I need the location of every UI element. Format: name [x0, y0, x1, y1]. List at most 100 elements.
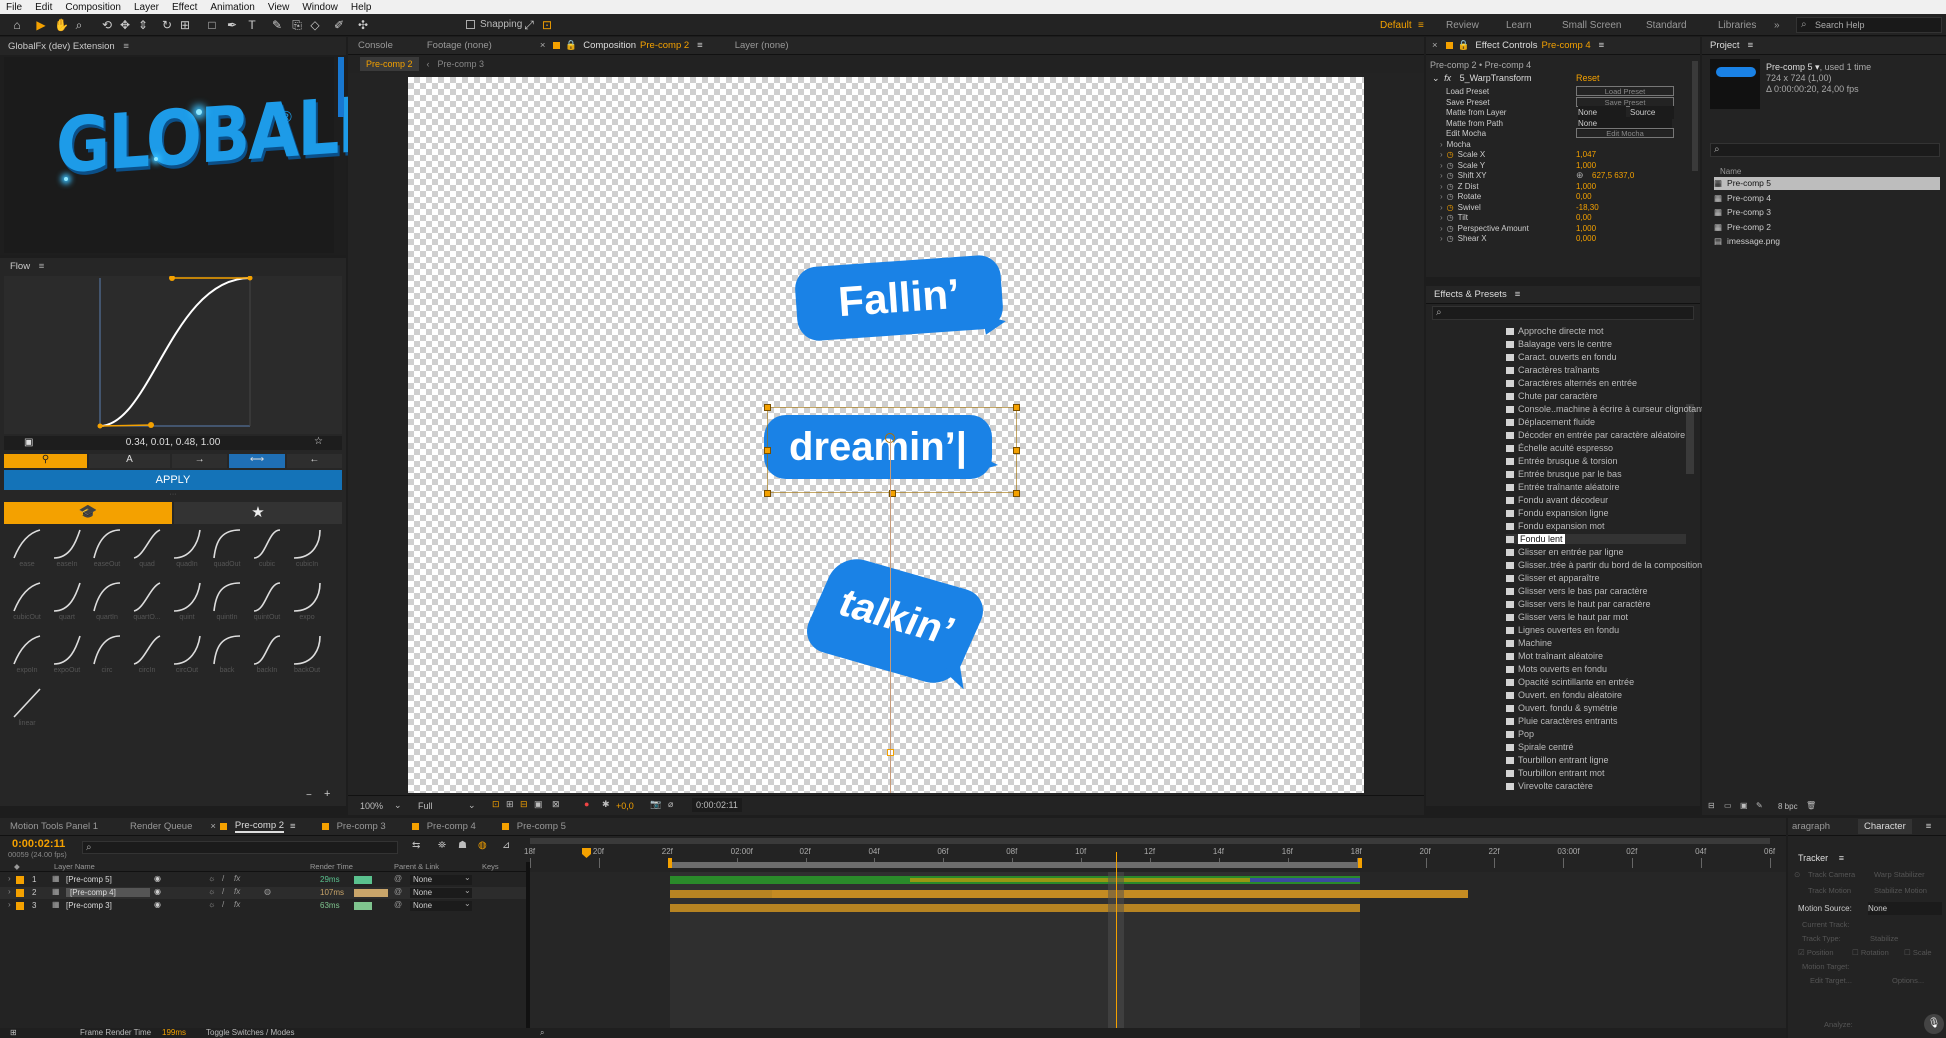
project-item[interactable]: ▤ imessage.png	[1714, 235, 1940, 248]
workspace-libraries[interactable]: Libraries	[1718, 20, 1756, 31]
zoom-select[interactable]: 100%	[360, 801, 383, 811]
home-icon[interactable]: ⌂	[10, 18, 24, 32]
effect-value[interactable]: 627,5 637,0	[1592, 169, 1634, 182]
new-folder-icon[interactable]: ▭	[1724, 801, 1732, 810]
parent-select[interactable]: None	[410, 901, 472, 911]
rotation-checkbox[interactable]: ☐ Rotation	[1852, 946, 1889, 959]
preset-item[interactable]: Glisser vers le bas par caractère	[1506, 586, 1648, 596]
layer-name[interactable]: [Pre-comp 3]	[66, 901, 112, 910]
transform-handle[interactable]	[1013, 404, 1020, 411]
key-mode-icon[interactable]: ⚲	[4, 454, 87, 468]
parent-link-column[interactable]: Parent & Link	[394, 862, 439, 871]
expand-arrow-icon[interactable]: ›	[8, 887, 11, 896]
orbit-tool-icon[interactable]: ⟲	[100, 18, 114, 32]
parent-select[interactable]: None	[410, 888, 472, 898]
fx-switch-icon[interactable]: fx	[234, 874, 240, 883]
project-item[interactable]: ▦ Pre-comp 3	[1714, 206, 1940, 219]
breadcrumb-precomp2[interactable]: Pre-comp 2	[360, 57, 419, 71]
camera-snapshot-icon[interactable]: 📷	[650, 799, 661, 810]
timeline-tab-pre-comp-2[interactable]: Pre-comp 2	[234, 820, 285, 833]
remove-preset-icon[interactable]: −	[306, 790, 312, 801]
time-ruler[interactable]: 18f 20f 22f 02:00f 02f 04f 06f 08f 10f 12f 14f 16f 1…	[524, 838, 1786, 872]
menu-edit[interactable]: Edit	[35, 2, 52, 13]
toggle-switches-icon[interactable]: ⊞	[10, 1028, 17, 1037]
ease-preset-quintin[interactable]: quintIn	[212, 581, 242, 621]
anchor-tool-icon[interactable]: ⊞	[178, 18, 192, 32]
effect-reset-link[interactable]: Reset	[1576, 72, 1600, 85]
lock-icon[interactable]: 🔒	[1458, 40, 1470, 51]
add-preset-icon[interactable]: +	[324, 788, 330, 800]
work-area-bar[interactable]	[530, 838, 1770, 844]
clone-tool-icon[interactable]: ⎘	[290, 18, 304, 32]
tab-project[interactable]: Project	[1710, 40, 1740, 51]
interpret-footage-icon[interactable]: ⊟	[1708, 801, 1715, 810]
visibility-eye-icon[interactable]: ◉	[154, 900, 161, 909]
chevron-down-icon[interactable]: ⌄	[464, 886, 471, 895]
menu-help[interactable]: Help	[351, 2, 372, 13]
rotate-tool-icon[interactable]: ↻	[160, 18, 174, 32]
workspace-standard[interactable]: Standard	[1646, 20, 1687, 31]
quality-switch-icon[interactable]: /	[222, 874, 224, 883]
ease-preset-ease[interactable]: ease	[12, 528, 42, 568]
selection-tool-icon[interactable]: ▶	[34, 18, 48, 32]
preset-item[interactable]: Glisser vers le haut par mot	[1506, 612, 1628, 622]
parent-select[interactable]: None	[410, 875, 472, 885]
preset-item[interactable]: Chute par caractère	[1506, 391, 1598, 401]
tab-character[interactable]: Character	[1858, 819, 1912, 834]
table-row[interactable]: › 2 ▦ [Pre-comp 4] ◉ ☼ / fx ◍ 107ms @ None ⌄	[0, 886, 526, 899]
quality-switch-icon[interactable]: /	[222, 887, 224, 896]
track-motion-button[interactable]: Track Motion	[1808, 886, 1851, 895]
favorite-star-icon[interactable]: ☆	[314, 436, 323, 447]
preset-item[interactable]: Console..machine à écrire à curseur clig…	[1506, 404, 1704, 414]
workspace-menu-icon[interactable]: ≡	[1418, 20, 1424, 31]
rectangle-tool-icon[interactable]: □	[205, 18, 219, 32]
breadcrumb-precomp3[interactable]: Pre-comp 3	[438, 59, 485, 69]
preset-item[interactable]: Ouvert. en fondu aléatoire	[1506, 690, 1622, 700]
ease-preset-quart[interactable]: quart	[52, 581, 82, 621]
bit-depth[interactable]: 8 bpc	[1778, 802, 1798, 811]
panel-menu-icon[interactable]: ≡	[697, 40, 703, 51]
menu-file[interactable]: File	[6, 2, 22, 13]
transform-handle[interactable]	[764, 490, 771, 497]
microphone-icon[interactable]: 🎙	[1924, 1014, 1944, 1034]
tab-paragraph[interactable]: aragraph	[1792, 821, 1830, 832]
toggle-switches-modes[interactable]: Toggle Switches / Modes	[206, 1028, 295, 1037]
ease-preset-expoout[interactable]: expoOut	[52, 634, 82, 674]
chevron-down-icon[interactable]: ⌄	[394, 800, 402, 811]
text-mode-icon[interactable]: A	[89, 454, 171, 468]
workspace-review[interactable]: Review	[1446, 20, 1479, 31]
mask-icon[interactable]: ▣	[534, 799, 543, 810]
stopwatch-icon[interactable]: ◷	[1447, 234, 1454, 243]
transform-handle[interactable]	[764, 404, 771, 411]
preset-item[interactable]: Machine	[1506, 638, 1552, 648]
effect-value[interactable]: 0,000	[1576, 232, 1596, 245]
divider-handle[interactable]: ···	[4, 491, 342, 500]
scale-checkbox[interactable]: ☐ Scale	[1904, 946, 1932, 959]
preset-item[interactable]: Décoder en entrée par caractère aléatoir…	[1506, 430, 1685, 440]
preset-item[interactable]: Caractères alternés en entrée	[1506, 378, 1637, 388]
preset-item[interactable]: Fondu expansion mot	[1506, 521, 1605, 531]
expand-arrow-icon[interactable]: ›	[8, 874, 11, 883]
fx-icon[interactable]: fx	[1444, 73, 1451, 83]
exposure-value[interactable]: +0,0	[616, 801, 634, 811]
effect-button-load-preset[interactable]: Load Preset	[1576, 86, 1674, 96]
tab-composition-name[interactable]: Pre-comp 2	[640, 40, 689, 51]
pickwhip-icon[interactable]: @	[394, 874, 402, 883]
bezier-values[interactable]: 0.34, 0.01, 0.48, 1.00	[4, 437, 342, 448]
chevron-down-icon[interactable]: ⌄	[1432, 73, 1440, 83]
panel-menu-icon[interactable]: ≡	[1839, 853, 1844, 863]
effect-button-edit-mocha[interactable]: Edit Mocha	[1576, 128, 1674, 138]
layer-name[interactable]: [Pre-comp 4]	[66, 888, 150, 897]
motion-blur-icon[interactable]: ◍	[478, 840, 487, 851]
preset-item[interactable]: Opacité scintillante en entrée	[1506, 677, 1634, 687]
preset-item[interactable]: Approche directe mot	[1506, 326, 1604, 336]
arrow-right-icon[interactable]: →	[172, 454, 228, 468]
preset-item[interactable]: Fondu avant décodeur	[1506, 495, 1608, 505]
workspace-default[interactable]: Default	[1380, 20, 1412, 31]
workspace-small-screen[interactable]: Small Screen	[1562, 20, 1621, 31]
panel-menu-icon[interactable]: ≡	[123, 41, 129, 52]
ease-preset-quintout[interactable]: quintOut	[252, 581, 282, 621]
hand-tool-icon[interactable]: ✋	[54, 18, 69, 32]
motion-source-select[interactable]: None	[1868, 902, 1942, 915]
bezier-curve[interactable]	[4, 275, 342, 434]
